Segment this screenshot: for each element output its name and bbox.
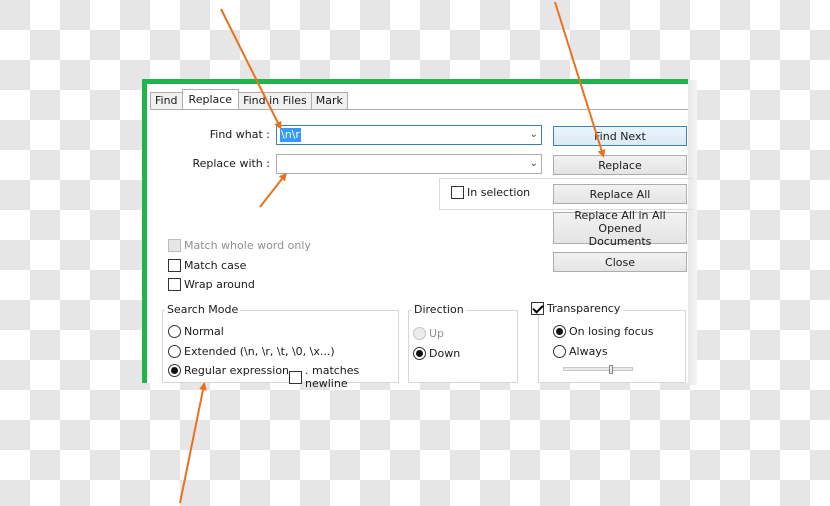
down-label: Down	[429, 347, 461, 360]
tab-bar: Find Replace Find in Files Mark	[150, 89, 348, 109]
transparency-checkbox[interactable]	[531, 302, 544, 315]
up-radio	[413, 327, 426, 340]
replace-button[interactable]: Replace	[553, 155, 687, 175]
transparency-slider-thumb[interactable]	[608, 365, 613, 374]
replace-with-combobox[interactable]: ⌄	[276, 154, 542, 174]
matches-newline-label: . matches newline	[305, 364, 360, 390]
replace-all-opened-line2: Documents	[588, 234, 652, 248]
match-case-label: Match case	[184, 259, 247, 272]
match-whole-word-row: Match whole word only	[168, 239, 311, 252]
replace-all-opened-line1: Replace All in All Opened	[574, 208, 666, 235]
direction-up: Up	[413, 327, 444, 340]
normal-label: Normal	[184, 325, 224, 338]
match-case-row[interactable]: Match case	[168, 259, 246, 272]
in-selection-checkbox-row[interactable]: In selection	[451, 186, 530, 199]
matches-newline-row[interactable]: . matches newline	[289, 364, 398, 390]
replace-with-label: Replace with :	[192, 157, 270, 170]
find-what-combobox[interactable]: \n\r ⌄	[276, 125, 542, 145]
always-row[interactable]: Always	[553, 345, 608, 358]
search-mode-extended[interactable]: Extended (\n, \r, \t, \0, \x...)	[168, 345, 335, 358]
search-mode-normal[interactable]: Normal	[168, 325, 224, 338]
regex-radio[interactable]	[168, 364, 181, 377]
regex-label: Regular expression	[184, 364, 290, 377]
search-mode-regex[interactable]: Regular expression	[168, 364, 289, 377]
find-what-label: Find what :	[209, 128, 270, 141]
tab-divider	[150, 109, 688, 110]
replace-all-opened-docs-button[interactable]: Replace All in All Opened Documents	[553, 208, 687, 248]
search-mode-group: Search Mode Normal Extended (\n, \r, \t,…	[162, 303, 399, 390]
find-what-value[interactable]: \n\r	[280, 128, 301, 142]
tab-mark[interactable]: Mark	[310, 92, 348, 109]
always-label: Always	[569, 345, 608, 358]
tab-find[interactable]: Find	[150, 92, 183, 109]
direction-down[interactable]: Down	[413, 347, 460, 360]
extended-radio[interactable]	[168, 345, 181, 358]
match-case-checkbox[interactable]	[168, 259, 181, 272]
down-radio[interactable]	[413, 347, 426, 360]
tab-find-in-files[interactable]: Find in Files	[238, 92, 312, 109]
transparency-label: Transparency	[547, 302, 621, 315]
in-selection-checkbox[interactable]	[451, 186, 464, 199]
wrap-around-label: Wrap around	[184, 278, 255, 291]
on-losing-focus-row[interactable]: On losing focus	[553, 325, 654, 338]
on-losing-focus-label: On losing focus	[569, 325, 654, 338]
in-selection-label: In selection	[467, 186, 531, 199]
transparency-slider-track[interactable]	[563, 367, 633, 371]
always-radio[interactable]	[553, 345, 566, 358]
normal-radio[interactable]	[168, 325, 181, 338]
dialog-shadow	[688, 80, 697, 385]
chevron-down-icon[interactable]: ⌄	[530, 129, 538, 140]
replace-all-button[interactable]: Replace All	[553, 184, 687, 204]
transparency-group: Transparency On losing focus Always	[531, 302, 686, 383]
extended-label: Extended (\n, \r, \t, \0, \x...)	[184, 345, 335, 358]
matches-newline-checkbox[interactable]	[289, 370, 302, 384]
wrap-around-checkbox[interactable]	[168, 278, 181, 291]
search-mode-title: Search Mode	[165, 303, 241, 316]
chevron-down-icon[interactable]: ⌄	[530, 158, 538, 169]
direction-title: Direction	[412, 303, 466, 316]
match-whole-word-checkbox	[168, 239, 181, 252]
transparency-row[interactable]: Transparency	[531, 302, 624, 315]
direction-group: Direction Up Down	[408, 303, 518, 383]
wrap-around-row[interactable]: Wrap around	[168, 278, 255, 291]
up-label: Up	[429, 327, 445, 340]
find-next-button[interactable]: Find Next	[553, 126, 687, 146]
tab-replace[interactable]: Replace	[181, 89, 240, 109]
match-whole-word-label: Match whole word only	[184, 239, 311, 252]
on-losing-focus-radio[interactable]	[553, 325, 566, 338]
close-button[interactable]: Close	[553, 252, 687, 272]
find-replace-dialog: Find Replace Find in Files Mark Find wha…	[142, 79, 693, 390]
